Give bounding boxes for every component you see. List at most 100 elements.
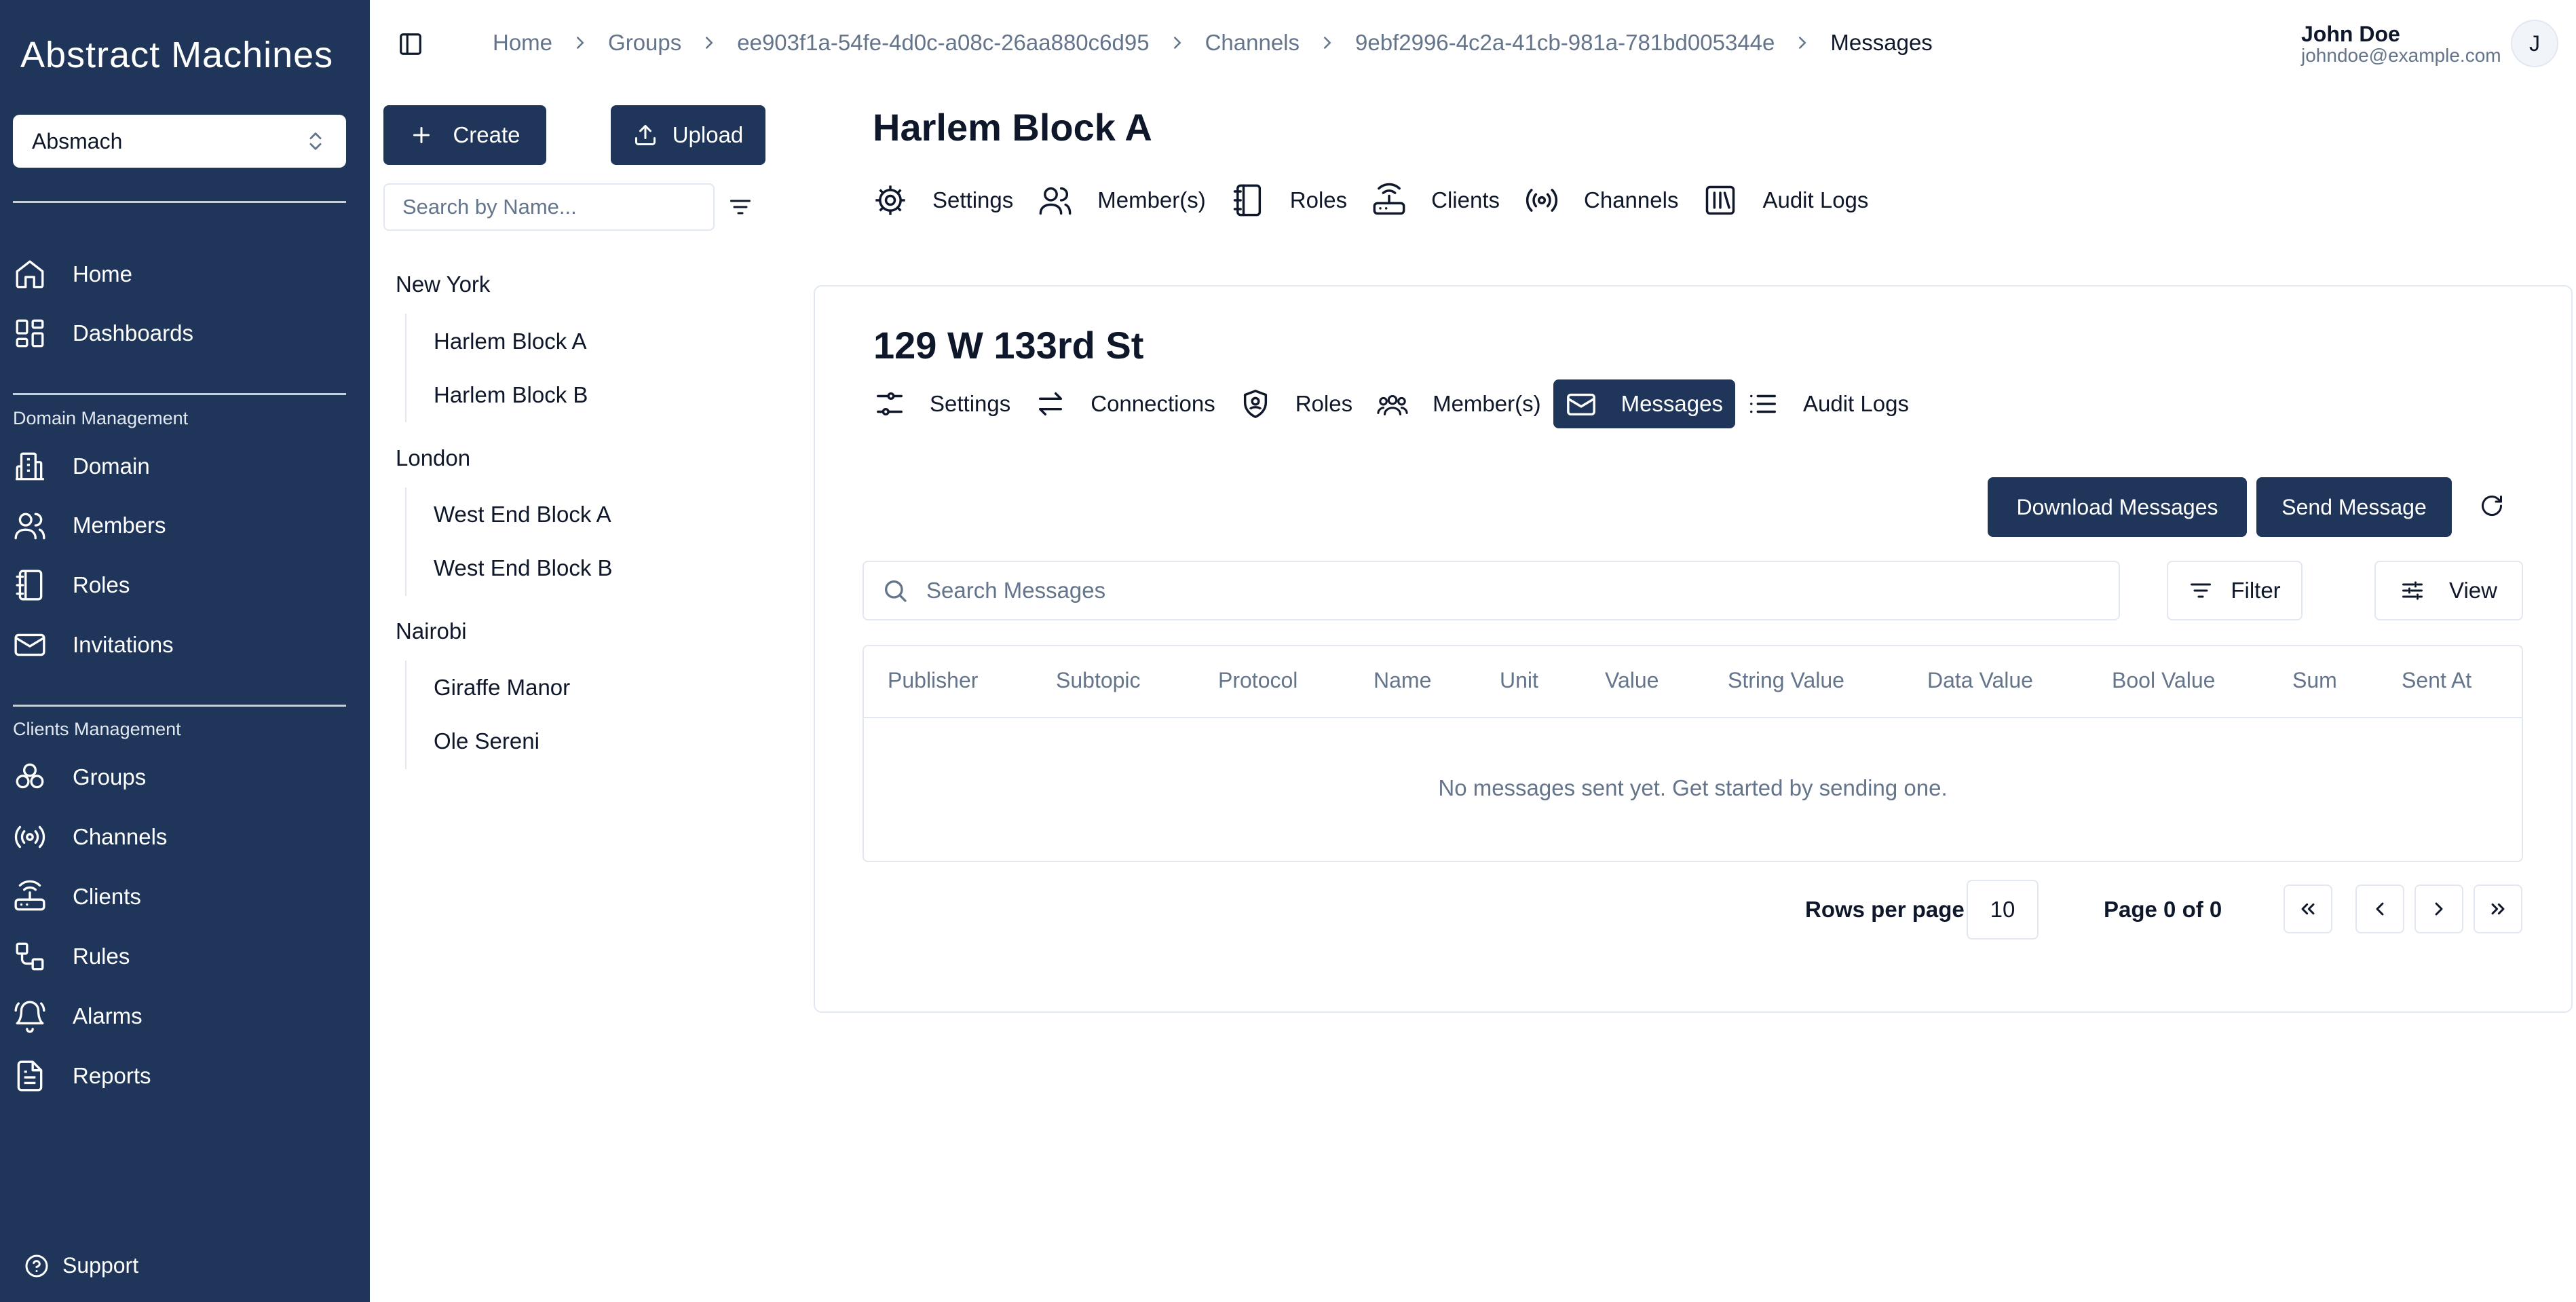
messages-search-placeholder: Search Messages [926, 578, 1106, 603]
sidebar-item-members[interactable]: Members [13, 500, 346, 551]
avatar[interactable]: J [2511, 20, 2558, 67]
rows-per-page-input[interactable]: 10 [1967, 880, 2039, 940]
sidebar-toggle-icon[interactable] [398, 31, 423, 57]
page-title: Harlem Block A [873, 106, 1152, 149]
filter-icon[interactable] [728, 195, 753, 219]
column-header[interactable]: Bool Value [2112, 668, 2215, 693]
breadcrumb-channel-id[interactable]: 9ebf2996-4c2a-41cb-981a-781bd005344e [1355, 30, 1775, 56]
tree-item[interactable]: Harlem Block B [434, 382, 588, 408]
dashboards-icon [16, 319, 44, 348]
sidebar-item-label: Members [73, 513, 166, 538]
filter-button-label: Filter [2231, 578, 2281, 603]
tree-item[interactable]: Harlem Block A [434, 329, 587, 354]
chevrons-right-icon [2491, 903, 2505, 915]
column-header[interactable]: Publisher [888, 668, 978, 693]
roles-icon [16, 570, 43, 601]
tab-group-audit-logs[interactable]: Audit Logs [1690, 176, 1880, 225]
sidebar-divider [13, 201, 346, 203]
column-header[interactable]: Protocol [1218, 668, 1298, 693]
column-header[interactable]: Subtopic [1056, 668, 1141, 693]
tree-connector [405, 487, 406, 596]
sidebar-item-invitations[interactable]: Invitations [13, 619, 346, 671]
next-page-button[interactable] [2414, 885, 2463, 933]
sliders-icon [877, 392, 903, 416]
create-button[interactable]: Create [383, 105, 546, 165]
column-header[interactable]: Sum [2292, 668, 2337, 693]
column-header[interactable]: Value [1605, 668, 1659, 693]
sidebar-item-alarms[interactable]: Alarms [13, 990, 346, 1042]
members-icon [1039, 187, 1072, 215]
messages-table: Publisher Subtopic Protocol Name Unit Va… [863, 645, 2523, 862]
group-search-input[interactable]: Search by Name... [383, 183, 715, 231]
view-button-label: View [2449, 578, 2497, 603]
previous-page-button[interactable] [2355, 885, 2404, 933]
column-header[interactable]: Data Value [1927, 668, 2033, 693]
tab-channel-settings[interactable]: Settings [869, 379, 1023, 428]
filter-button[interactable]: Filter [2167, 561, 2303, 620]
sidebar-item-dashboards[interactable]: Dashboards [13, 308, 346, 359]
sidebar-item-groups[interactable]: Groups [13, 751, 346, 803]
tree-connector [405, 661, 406, 769]
tab-label: Settings [932, 187, 1014, 212]
column-header[interactable]: Unit [1500, 668, 1538, 693]
settings-gear-icon [875, 185, 905, 215]
support-link[interactable]: Support [24, 1253, 138, 1278]
tab-channel-roles[interactable]: Roles [1228, 379, 1365, 428]
sidebar-item-home[interactable]: Home [13, 248, 346, 300]
chevron-right-icon [1173, 37, 1181, 49]
tab-group-channels[interactable]: Channels [1512, 176, 1690, 225]
refresh-icon[interactable] [2480, 494, 2504, 518]
tree-group-nairobi[interactable]: Nairobi [396, 618, 467, 644]
tab-channel-members[interactable]: Member(s) [1365, 379, 1553, 428]
tab-group-members[interactable]: Member(s) [1025, 176, 1218, 225]
tab-channel-messages[interactable]: Messages [1553, 379, 1735, 428]
empty-state-text: No messages sent yet. Get started by sen… [1438, 775, 1948, 800]
upload-button[interactable]: Upload [611, 105, 765, 165]
upload-button-label: Upload [672, 122, 744, 147]
channel-tabs: Settings Connections Roles Member(s) Mes… [869, 379, 1921, 428]
last-page-button[interactable] [2474, 885, 2522, 933]
sidebar-item-rules[interactable]: Rules [13, 931, 346, 982]
tab-label: Settings [930, 391, 1011, 416]
first-page-button[interactable] [2284, 885, 2332, 933]
column-header[interactable]: Name [1374, 668, 1431, 693]
tree-group-new-york[interactable]: New York [396, 272, 490, 297]
tab-channel-audit-logs[interactable]: Audit Logs [1735, 379, 1921, 428]
chevron-right-icon [706, 37, 713, 49]
messages-search-input[interactable]: Search Messages [863, 561, 2120, 620]
breadcrumb-channels[interactable]: Channels [1205, 30, 1300, 56]
app-logo[interactable]: Abstract Machines [20, 34, 333, 76]
tree-item[interactable]: Ole Sereni [434, 728, 539, 754]
send-message-button[interactable]: Send Message [2256, 477, 2452, 537]
tree-item[interactable]: West End Block B [434, 555, 613, 581]
sidebar-item-reports[interactable]: Reports [13, 1050, 346, 1102]
tab-group-settings[interactable]: Settings [873, 176, 1025, 225]
tab-group-roles[interactable]: Roles [1218, 176, 1359, 225]
breadcrumb-groups[interactable]: Groups [608, 30, 681, 56]
sidebar-item-label: Roles [73, 572, 130, 597]
plus-icon [413, 127, 430, 143]
tab-label: Clients [1431, 187, 1500, 212]
tab-group-clients[interactable]: Clients [1359, 176, 1512, 225]
mail-icon [14, 633, 45, 656]
breadcrumb-group-id[interactable]: ee903f1a-54fe-4d0c-a08c-26aa880c6d95 [737, 30, 1149, 56]
view-button[interactable]: View [2374, 561, 2523, 620]
column-header[interactable]: String Value [1728, 668, 1844, 693]
sidebar-item-domain[interactable]: Domain [13, 441, 346, 492]
breadcrumb-home[interactable]: Home [493, 30, 552, 56]
column-header[interactable]: Sent At [2402, 668, 2471, 693]
tab-channel-connections[interactable]: Connections [1023, 379, 1227, 428]
tree-group-london[interactable]: London [396, 445, 470, 471]
tree-item[interactable]: West End Block A [434, 502, 611, 527]
roles-icon [1233, 184, 1261, 217]
sidebar-item-channels[interactable]: Channels [13, 811, 346, 863]
clients-icon [1373, 183, 1405, 215]
domain-icon [16, 452, 44, 481]
sidebar-item-roles[interactable]: Roles [13, 559, 346, 611]
rows-per-page-label: Rows per page [1805, 897, 1965, 922]
bell-icon [14, 1001, 45, 1033]
tree-item[interactable]: Giraffe Manor [434, 675, 570, 701]
download-messages-button[interactable]: Download Messages [1988, 477, 2247, 537]
workspace-select[interactable]: Absmach [13, 115, 346, 168]
sidebar-item-clients[interactable]: Clients [13, 871, 346, 923]
